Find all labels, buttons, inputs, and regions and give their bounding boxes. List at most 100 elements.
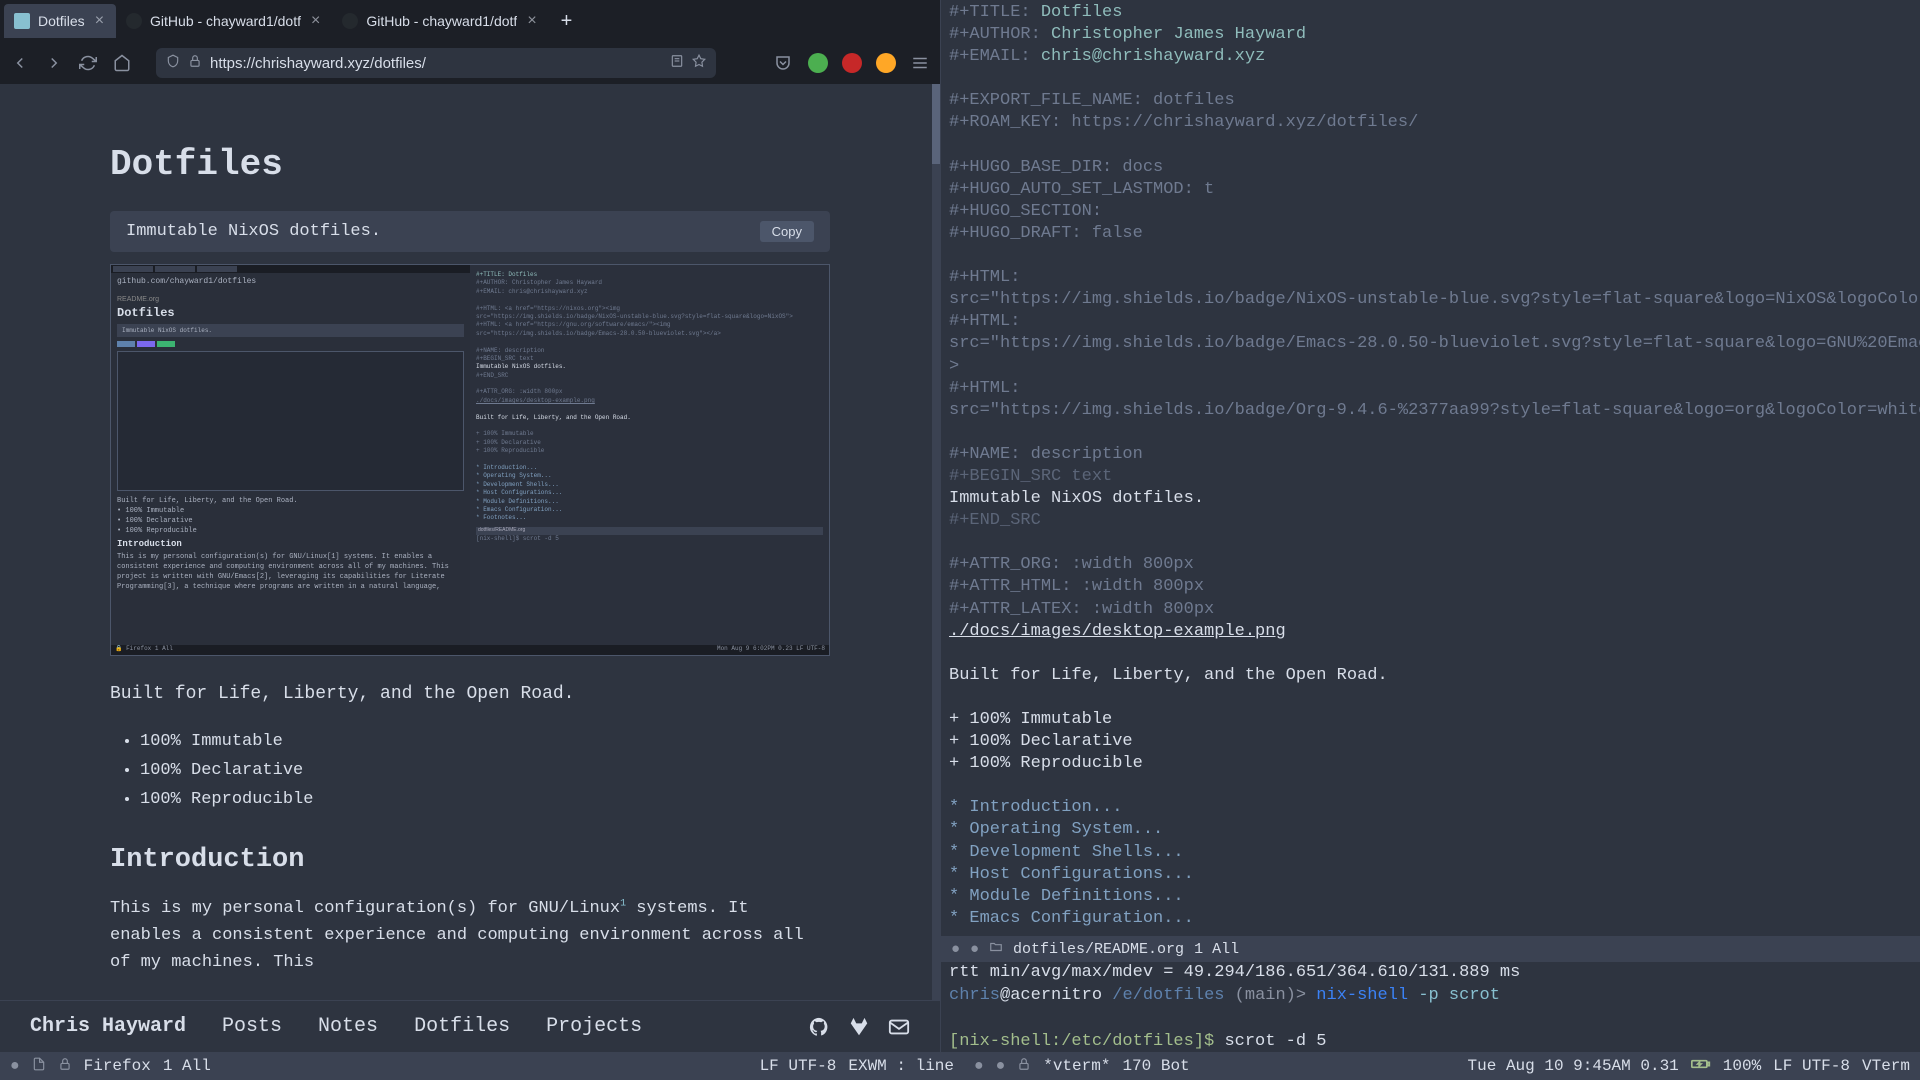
gitlab-icon[interactable] [848,1016,870,1038]
editor-line: #+ATTR_HTML: :width 800px [949,576,1920,598]
editor-line: + 100% Reproducible [949,753,1920,775]
scroll-thumb[interactable] [932,84,940,164]
vterm-line: rtt min/avg/max/mdev = 49.294/186.651/36… [949,962,1920,985]
editor-line: #+END_SRC [949,510,1920,532]
encoding: LF UTF-8 [760,1057,837,1075]
editor-line: #+AUTHOR: Christopher James Hayward [949,24,1920,46]
editor-line: #+HTML: [949,378,1920,400]
editor-line: #+EXPORT_FILE_NAME: dotfiles [949,90,1920,112]
editor-line: #+EMAIL: chris@chrishayward.xyz [949,46,1920,68]
nav-link-notes[interactable]: Notes [318,1015,378,1038]
vterm-prompt: chris@acernitro /e/dotfiles (main)> nix-… [949,985,1920,1008]
editor-line: * Introduction... [949,797,1920,819]
editor-buffer[interactable]: #+TITLE: Dotfiles#+AUTHOR: Christopher J… [941,0,1920,936]
buffer-name: *vterm* [1043,1057,1110,1075]
lock-icon [1017,1057,1031,1076]
encoding: LF UTF-8 [1773,1057,1850,1075]
intro-heading: Introduction [110,845,830,875]
editor-line: Immutable NixOS dotfiles. [949,488,1920,510]
firefox-window: Dotfiles × GitHub - chayward1/dotf × Git… [0,0,941,1052]
bottom-status: ● Firefox 1 All LF UTF-8 EXWM : line ● ●… [0,1052,1920,1080]
browser-tab-github-1[interactable]: GitHub - chayward1/dotf × [116,4,332,38]
editor-line: * Operating System... [949,819,1920,841]
shield-icon [166,54,180,72]
major-mode: VTerm [1862,1057,1910,1075]
email-icon[interactable] [888,1016,910,1038]
editor-line: * Emacs Configuration... [949,908,1920,930]
forward-button[interactable] [44,53,64,73]
editor-line: src="https://img.shields.io/badge/Emacs-… [949,333,1920,355]
extension-icon[interactable] [842,53,862,73]
site-brand[interactable]: Chris Hayward [30,1015,186,1038]
datetime: Tue Aug 10 9:45AM 0.31 [1468,1057,1679,1075]
github-icon[interactable] [808,1016,830,1038]
editor-line: * Development Shells... [949,842,1920,864]
scrollbar[interactable] [932,84,940,1000]
github-icon [342,13,358,29]
list-item: 100% Immutable [140,728,830,757]
circle-icon: ● [10,1057,20,1075]
vterm-nix-prompt: [nix-shell:/etc/dotfiles]$ scrot -d 5 [949,1031,1920,1054]
editor-line: * Module Definitions... [949,886,1920,908]
close-icon[interactable]: × [525,12,538,30]
extension-icons [774,53,930,73]
intro-text: This is my personal configuration(s) for… [110,895,830,977]
new-tab-button[interactable]: + [549,10,585,33]
reader-icon[interactable] [670,54,684,72]
editor-line: #+HTML: [949,267,1920,289]
close-icon[interactable]: × [93,12,106,30]
nav-link-posts[interactable]: Posts [222,1015,282,1038]
editor-line: > [949,356,1920,378]
lock-icon [58,1057,72,1076]
extension-icon[interactable] [876,53,896,73]
back-button[interactable] [10,53,30,73]
editor-modeline: ● ● dotfiles/README.org 1 All LF UTF-8 O… [941,936,1920,962]
feature-list: 100% Immutable 100% Declarative 100% Rep… [110,728,830,815]
tab-title: GitHub - chayward1/dotf [150,13,301,29]
editor-line: #+ATTR_LATEX: :width 800px [949,599,1920,621]
reload-button[interactable] [78,53,98,73]
home-button[interactable] [112,53,132,73]
code-block: Immutable NixOS dotfiles. Copy [110,211,830,252]
editor-line: * Host Configurations... [949,864,1920,886]
url-text: https://chrishayward.xyz/dotfiles/ [210,55,662,72]
file-icon [32,1057,46,1076]
tab-title: Dotfiles [38,13,85,29]
menu-button[interactable] [910,53,930,73]
page-content[interactable]: Dotfiles Immutable NixOS dotfiles. Copy … [0,84,940,1000]
page-title: Dotfiles [110,144,830,185]
close-icon[interactable]: × [309,12,322,30]
editor-line: #+HUGO_BASE_DIR: docs [949,157,1920,179]
vterm-buffer[interactable]: rtt min/avg/max/mdev = 49.294/186.651/36… [941,962,1920,1052]
url-bar[interactable]: https://chrishayward.xyz/dotfiles/ [156,48,716,78]
editor-line: #+HUGO_AUTO_SET_LASTMOD: t [949,179,1920,201]
editor-line: Built for Life, Liberty, and the Open Ro… [949,665,1920,687]
buffer-position: 1 All [163,1057,211,1075]
nav-bar: https://chrishayward.xyz/dotfiles/ [0,42,940,84]
editor-line: #+HTML: [949,311,1920,333]
folder-icon [989,940,1003,959]
nav-link-projects[interactable]: Projects [546,1015,642,1038]
nav-link-dotfiles[interactable]: Dotfiles [414,1015,510,1038]
dot-icon: ● [970,941,979,958]
extension-icon[interactable] [808,53,828,73]
status-right-modeline: ● ● *vterm* 170 Bot Tue Aug 10 9:45AM 0.… [964,1052,1920,1080]
tab-title: GitHub - chayward1/dotf [366,13,517,29]
editor-line: ./docs/images/desktop-example.png [949,621,1920,643]
site-nav: Chris Hayward Posts Notes Dotfiles Proje… [0,1000,940,1052]
tagline: Built for Life, Liberty, and the Open Ro… [110,684,830,704]
bookmark-icon[interactable] [692,54,706,72]
browser-tab-dotfiles[interactable]: Dotfiles × [4,4,116,38]
vterm-line [949,1008,1920,1031]
buffer-name: Firefox [84,1057,151,1075]
github-icon [126,13,142,29]
pocket-icon[interactable] [774,53,794,73]
battery-icon [1691,1057,1711,1075]
favicon-icon [14,13,30,29]
battery-percent: 100% [1723,1057,1761,1075]
editor-line: src="https://img.shields.io/badge/NixOS-… [949,289,1920,311]
browser-tab-github-2[interactable]: GitHub - chayward1/dotf × [332,4,548,38]
buffer-path: dotfiles/README.org [1013,941,1184,958]
copy-button[interactable]: Copy [760,221,814,242]
list-item: 100% Reproducible [140,786,830,815]
